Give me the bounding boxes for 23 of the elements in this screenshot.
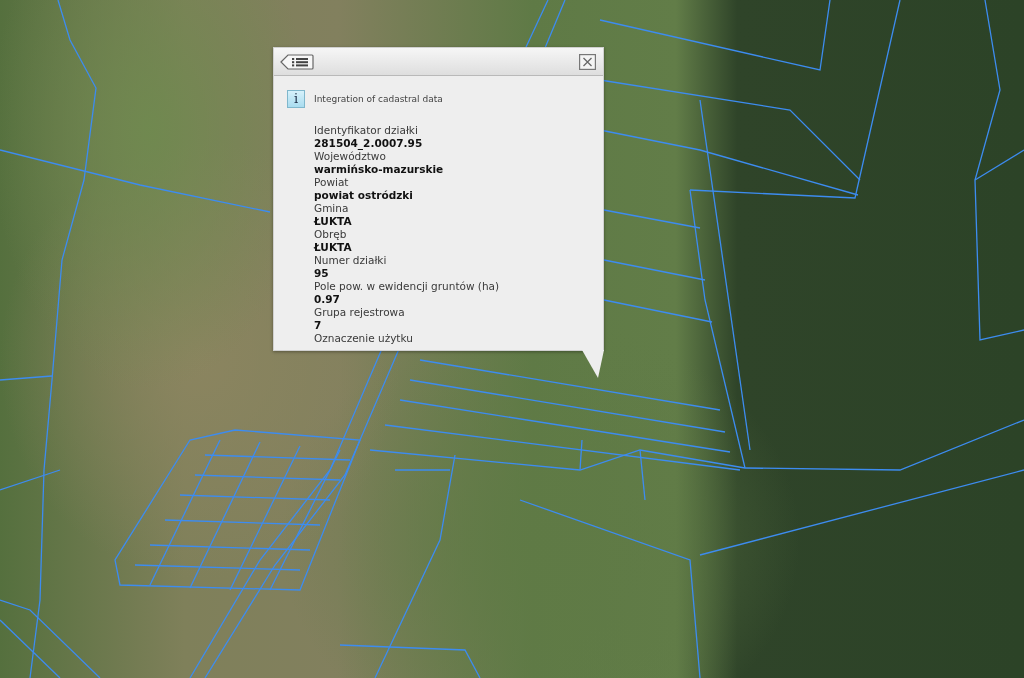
field-value: 0.97 — [314, 293, 341, 306]
list-icon — [280, 53, 314, 70]
field-label: Grupa rejestrowa — [314, 306, 406, 319]
back-button[interactable] — [280, 53, 314, 70]
field-label: Województwo — [314, 150, 387, 163]
info-icon: i — [287, 90, 305, 108]
field-label: Obręb — [314, 228, 348, 241]
popup-title: Integration of cadastral data — [314, 93, 443, 106]
field-value: ŁUKTA — [314, 241, 353, 254]
field-value: 281504_2.0007.95 — [314, 137, 424, 150]
field-value: powiat ostródzki — [314, 189, 414, 202]
field-value: 7 — [314, 319, 323, 332]
field-value: ŁUKTA — [314, 215, 353, 228]
close-button[interactable] — [579, 53, 596, 70]
field-label: Pole pow. w ewidencji gruntów (ha) — [314, 280, 501, 293]
field-label: Oznaczenie użytku — [314, 332, 414, 345]
field-value: warmińsko-mazurskie — [314, 163, 445, 176]
field-label: Identyfikator działki — [314, 124, 419, 137]
close-icon — [579, 53, 596, 70]
field-label: Powiat — [314, 176, 350, 189]
field-label: Numer działki — [314, 254, 388, 267]
field-label: Gmina — [314, 202, 350, 215]
field-value: 95 — [314, 267, 330, 280]
